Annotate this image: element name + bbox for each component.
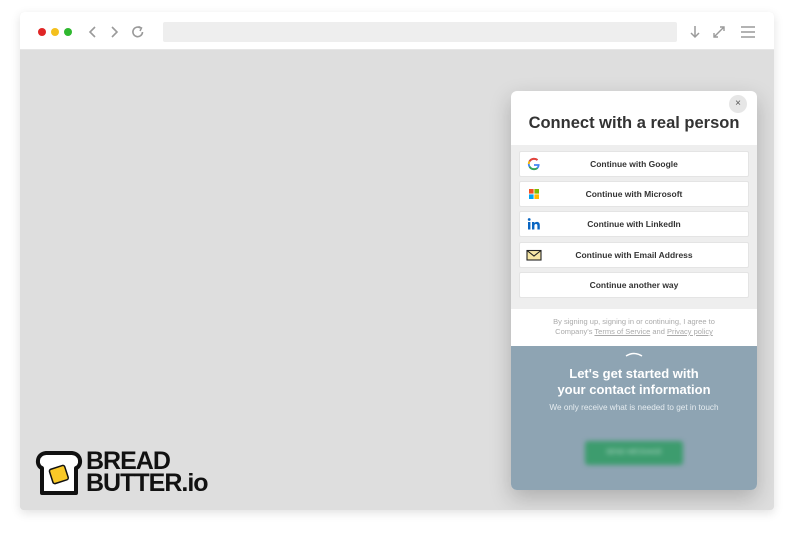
close-icon[interactable]: × — [729, 95, 747, 113]
continue-microsoft-button[interactable]: Continue with Microsoft — [519, 181, 749, 208]
contact-title-line-2: your contact information — [557, 382, 711, 397]
legal-notice: By signing up, signing in or continuing,… — [511, 317, 757, 337]
logo-line-2: BUTTER.io — [86, 469, 209, 497]
continue-linkedin-button[interactable]: Continue with LinkedIn — [519, 211, 749, 238]
connect-modal: × Connect with a real person Continue wi… — [511, 91, 757, 490]
legal-line-1: By signing up, signing in or continuing,… — [553, 317, 715, 326]
continue-email-button[interactable]: Continue with Email Address — [519, 241, 749, 268]
privacy-policy-link[interactable]: Privacy policy — [667, 327, 713, 336]
chevron-up-icon[interactable] — [625, 351, 643, 357]
fullscreen-icon[interactable] — [712, 23, 726, 41]
legal-and: and — [652, 327, 665, 336]
toast-icon — [35, 451, 83, 495]
option-label: Continue with Microsoft — [585, 189, 683, 200]
close-window-dot[interactable] — [38, 28, 46, 36]
option-label: Continue another way — [589, 279, 679, 290]
continue-another-way-button[interactable]: Continue another way — [519, 271, 749, 298]
forward-icon[interactable] — [109, 23, 119, 41]
legal-company: Company's — [555, 327, 593, 336]
envelope-icon — [526, 249, 542, 261]
browser-window: BREAD BUTTER.io × Connect with a real pe… — [20, 12, 774, 510]
modal-title: Connect with a real person — [528, 114, 740, 132]
reload-icon[interactable] — [130, 23, 146, 41]
logo-wordmark: BREAD BUTTER.io — [86, 449, 209, 497]
maximize-window-dot[interactable] — [64, 28, 72, 36]
option-label: Continue with Google — [590, 159, 678, 169]
minimize-window-dot[interactable] — [51, 28, 59, 36]
browser-toolbar — [20, 12, 774, 50]
google-icon — [527, 157, 540, 171]
send-message-button[interactable]: SEND MESSAGE — [585, 441, 683, 465]
legal-line-2: Company's Terms of Service and Privacy p… — [511, 327, 757, 337]
linkedin-icon — [527, 218, 540, 230]
option-label: Continue with LinkedIn — [587, 219, 681, 230]
address-bar[interactable] — [163, 22, 677, 42]
contact-panel-title: Let's get started with your contact info… — [511, 366, 757, 398]
breadbutter-logo: BREAD BUTTER.io — [34, 448, 209, 500]
terms-of-service-link[interactable]: Terms of Service — [594, 327, 650, 336]
microsoft-icon — [529, 189, 539, 200]
option-label: Continue with Email Address — [575, 249, 693, 260]
contact-title-line-1: Let's get started with — [569, 366, 699, 381]
contact-info-panel: Let's get started with your contact info… — [511, 346, 757, 490]
menu-icon[interactable] — [740, 23, 756, 41]
back-icon[interactable] — [88, 23, 98, 41]
continue-google-button[interactable]: Continue with Google — [519, 151, 749, 177]
page-content: BREAD BUTTER.io × Connect with a real pe… — [20, 50, 774, 510]
contact-panel-subtitle: We only receive what is needed to get in… — [549, 403, 719, 412]
sign-in-options: Continue with Google Continue with Micro… — [511, 145, 757, 309]
download-icon[interactable] — [689, 23, 701, 41]
